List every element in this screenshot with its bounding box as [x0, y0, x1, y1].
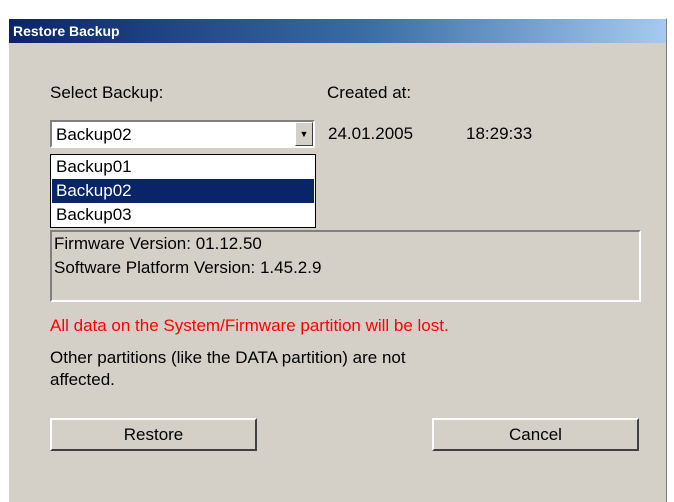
restore-button[interactable]: Restore [50, 418, 257, 451]
created-time: 18:29:33 [466, 124, 533, 143]
note-line-2: affected. [50, 370, 115, 389]
created-date: 24.01.2005 [328, 124, 414, 143]
warning-message: All data on the System/Firmware partitio… [50, 316, 449, 335]
created-at-label: Created at: [327, 83, 412, 102]
dropdown-option-backup01[interactable]: Backup01 [52, 155, 314, 179]
dropdown-arrow-button[interactable]: ▼ [295, 122, 313, 146]
cancel-button[interactable]: Cancel [432, 418, 639, 451]
dropdown-option-backup03[interactable]: Backup03 [52, 203, 314, 227]
backup-select[interactable]: Backup02 ▼ [50, 120, 315, 148]
backup-dropdown-list: Backup01 Backup02 Backup03 [50, 154, 316, 228]
version-info-box: Firmware Version: 01.12.50 Software Plat… [50, 230, 641, 302]
restore-backup-dialog: Restore Backup Select Backup: Created at… [8, 18, 667, 502]
note-line-1: Other partitions (like the DATA partitio… [50, 348, 406, 367]
chevron-down-icon: ▼ [299, 129, 309, 139]
firmware-version: Firmware Version: 01.12.50 [54, 234, 262, 253]
dialog-title: Restore Backup [9, 19, 666, 43]
dropdown-option-backup02[interactable]: Backup02 [52, 179, 314, 203]
select-backup-label: Select Backup: [50, 83, 164, 102]
software-platform-version: Software Platform Version: 1.45.2.9 [54, 258, 322, 277]
backup-select-value: Backup02 [56, 125, 132, 144]
